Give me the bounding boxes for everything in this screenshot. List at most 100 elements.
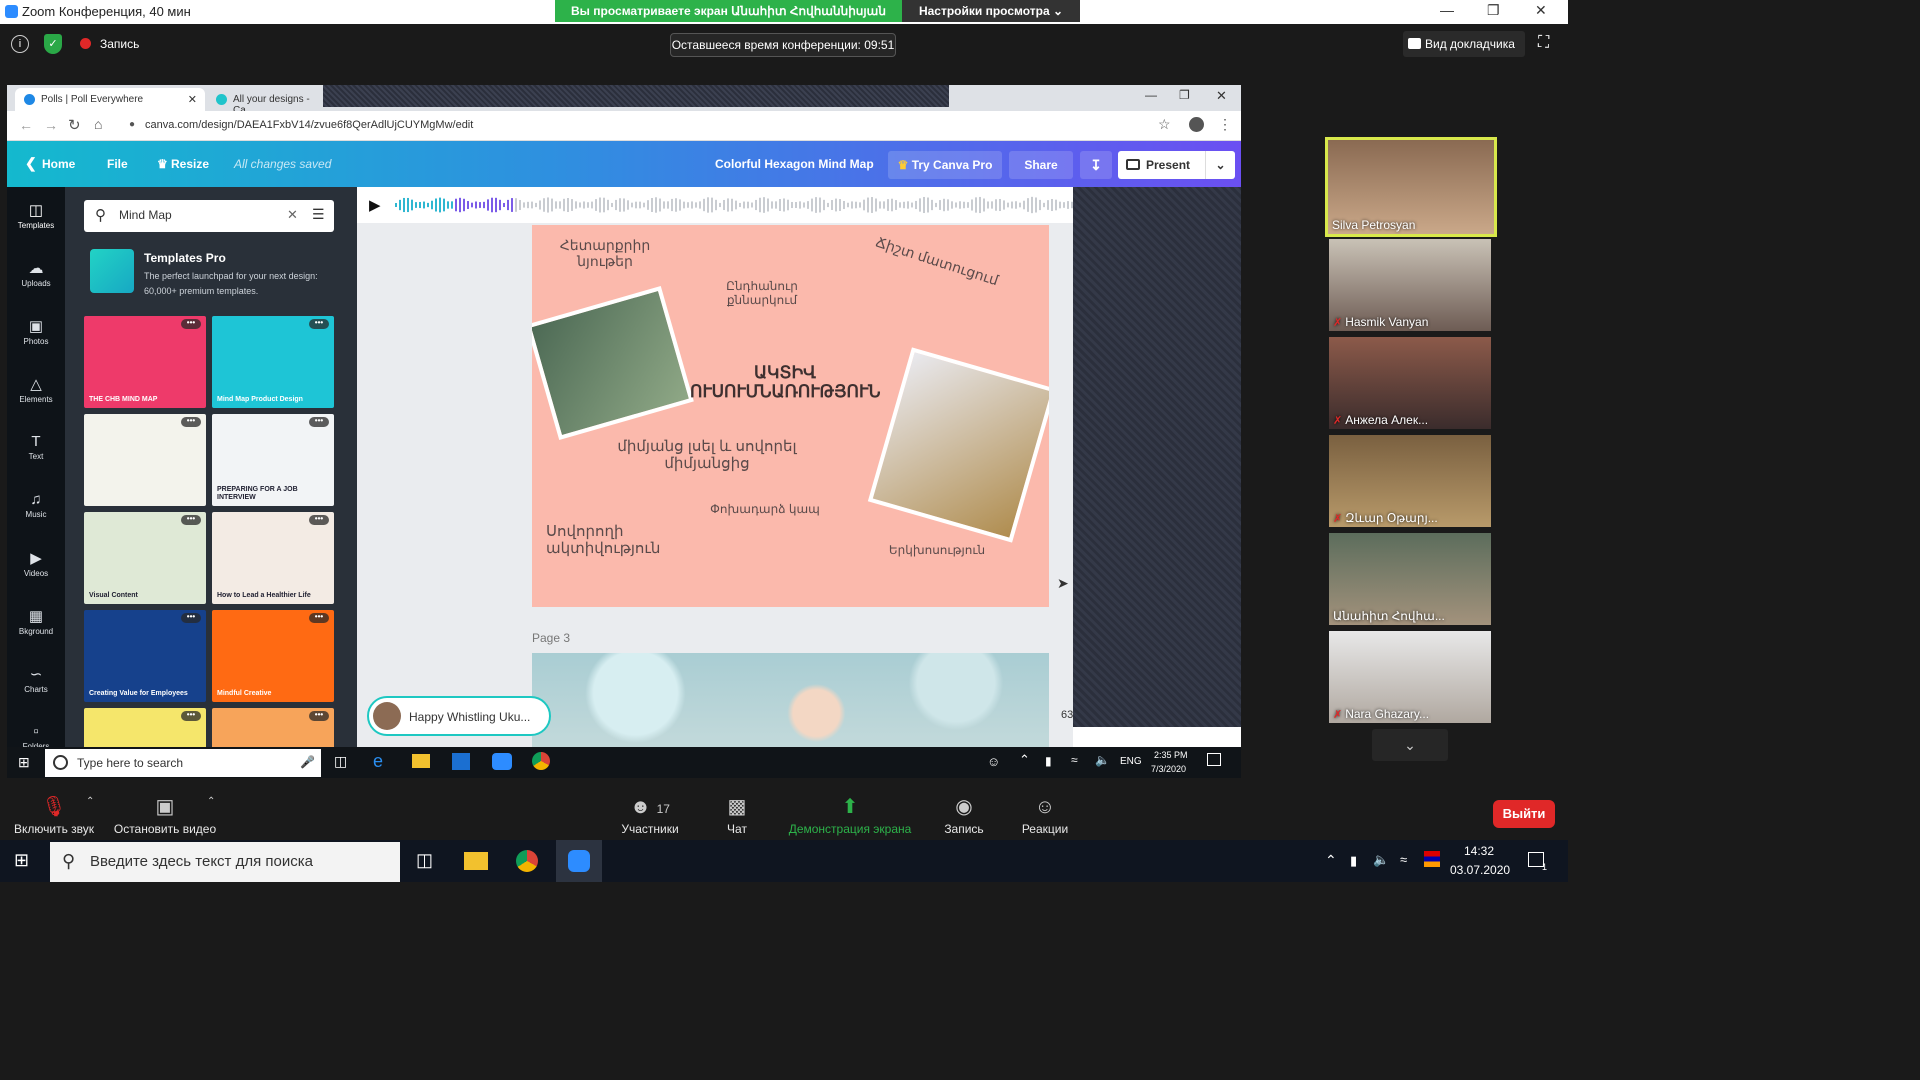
audio-options-caret-icon[interactable]: ⌃	[86, 796, 94, 807]
battery-icon[interactable]: ▮	[1350, 853, 1357, 869]
back-chevron-icon[interactable]: ❮	[25, 155, 37, 172]
back-icon[interactable]: ←	[19, 117, 33, 133]
shield-icon[interactable]: ✓	[44, 34, 62, 54]
chrome-icon[interactable]	[516, 850, 538, 872]
participant-tile[interactable]: Silva Petrosyan	[1325, 137, 1497, 237]
volume-icon[interactable]: 🔈	[1095, 753, 1110, 767]
participant-tile[interactable]: ✗ Анжела Алек...	[1329, 337, 1491, 429]
host-search-box[interactable]: ⚲ Введите здесь текст для поиска	[50, 842, 400, 882]
template-thumbnail[interactable]: Creating Value for Employees •••	[84, 610, 206, 702]
more-options-icon[interactable]: •••	[181, 319, 201, 329]
children-photo[interactable]	[532, 286, 694, 440]
browser-close-icon[interactable]: ✕	[1216, 88, 1227, 104]
music-pill[interactable]: Happy Whistling Uku...	[367, 696, 551, 736]
info-icon[interactable]: i	[11, 35, 29, 53]
sidebar-item-templates[interactable]: ◫ Templates	[7, 201, 65, 230]
reload-icon[interactable]: ↻	[68, 116, 81, 134]
chevron-down-icon[interactable]: ⌄	[1205, 151, 1235, 179]
more-options-icon[interactable]: •••	[309, 319, 329, 329]
restore-icon[interactable]: ❐	[1487, 2, 1500, 19]
sidebar-item-photos[interactable]: ▣ Photos	[7, 317, 65, 346]
host-clock-time[interactable]: 14:32	[1464, 844, 1494, 858]
download-icon[interactable]: ↧	[1080, 151, 1112, 179]
filter-icon[interactable]: ☰	[312, 206, 325, 223]
template-thumbnail[interactable]: Visual Content •••	[84, 512, 206, 604]
volume-icon[interactable]: 🔈	[1373, 852, 1389, 868]
sidebar-item-uploads[interactable]: ☁ Uploads	[7, 259, 65, 288]
windows-start-icon[interactable]: ⊞	[18, 754, 30, 771]
file-menu[interactable]: File	[107, 157, 128, 171]
branch-text[interactable]: Փոխադարձ կապ	[700, 502, 830, 516]
sidebar-item-elements[interactable]: △ Elements	[7, 375, 65, 404]
video-options-caret-icon[interactable]: ⌃	[207, 796, 215, 807]
more-options-icon[interactable]: •••	[181, 515, 201, 525]
zoom-app-icon[interactable]	[492, 753, 512, 770]
template-thumbnail[interactable]: PREPARING FOR A JOB INTERVIEW •••	[212, 414, 334, 506]
file-explorer-icon[interactable]	[412, 754, 430, 768]
browser-restore-icon[interactable]: ❐	[1179, 88, 1190, 102]
sidebar-item-text[interactable]: T Text	[7, 433, 65, 461]
bookmark-star-icon[interactable]: ☆	[1158, 116, 1171, 133]
more-options-icon[interactable]: •••	[309, 417, 329, 427]
participant-tile[interactable]: Անահիտ Հովհա...	[1329, 533, 1491, 625]
url-text[interactable]: canva.com/design/DAEA1FxbV14/zvue6f8QerA…	[145, 119, 473, 131]
inner-clock-time[interactable]: 2:35 PM	[1154, 750, 1188, 760]
profile-icon[interactable]	[1189, 117, 1204, 132]
share-screen-button[interactable]: ⬆ Демонстрация экрана	[782, 780, 918, 840]
more-options-icon[interactable]: •••	[309, 613, 329, 623]
wifi-icon[interactable]: ≈	[1400, 852, 1407, 867]
branch-text[interactable]: միմյանց լսել և սովորել միմյանցից	[617, 438, 797, 472]
try-canva-pro-button[interactable]: ♛ Try Canva Pro	[888, 151, 1002, 179]
tab-poll-everywhere[interactable]: Polls | Poll Everywhere ✕	[15, 88, 205, 111]
more-options-icon[interactable]: •••	[181, 711, 201, 721]
tab-close-icon[interactable]: ✕	[188, 93, 197, 106]
tray-chevron-icon[interactable]: ⌃	[1325, 852, 1337, 869]
chrome-icon[interactable]	[532, 752, 550, 770]
task-view-icon[interactable]: ◫	[416, 850, 433, 871]
battery-icon[interactable]: ▮	[1045, 754, 1052, 768]
participant-tile[interactable]: ✗ Զևար Օթարյ...	[1329, 435, 1491, 527]
outlook-icon[interactable]	[452, 753, 470, 770]
task-view-icon[interactable]: ◫	[334, 753, 347, 770]
branch-text[interactable]: Ճիշտ մատուցում	[873, 233, 1002, 289]
more-options-icon[interactable]: •••	[309, 515, 329, 525]
tray-chevron-icon[interactable]: ⌃	[1019, 752, 1030, 768]
home-link[interactable]: Home	[42, 157, 75, 171]
chat-button[interactable]: ▩ Чат	[712, 780, 762, 840]
people-icon[interactable]: ☺	[987, 754, 1000, 769]
template-thumbnail[interactable]: Mind Map Product Design •••	[212, 316, 334, 408]
mind-map-slide[interactable]: Հետարքրիր նյութեր Ընդհանուր քննարկում Ճի…	[532, 225, 1049, 607]
sidebar-item-charts[interactable]: ∽ Charts	[7, 665, 65, 694]
clear-icon[interactable]: ✕	[287, 207, 298, 223]
branch-text[interactable]: Ընդհանուր քննարկում	[707, 279, 817, 307]
template-thumbnail[interactable]: Mindful Creative •••	[212, 610, 334, 702]
tab-canva-designs[interactable]: All your designs - Ca	[207, 88, 323, 116]
sidebar-item-videos[interactable]: ▶ Videos	[7, 549, 65, 578]
sidebar-item-background[interactable]: ▦ Bkground	[7, 607, 65, 636]
more-options-icon[interactable]: •••	[181, 613, 201, 623]
template-thumbnail[interactable]: •••	[84, 414, 206, 506]
zoom-level[interactable]: 63	[1061, 709, 1073, 721]
branch-text[interactable]: Հետարքրիր նյութեր	[540, 237, 670, 269]
template-thumbnail[interactable]: How to Lead a Healthier Life •••	[212, 512, 334, 604]
present-button[interactable]: Present ⌄	[1118, 151, 1235, 179]
gallery-scroll-down-icon[interactable]: ⌄	[1372, 729, 1448, 761]
recording-label[interactable]: Запись	[100, 37, 139, 51]
close-icon[interactable]: ✕	[1535, 2, 1547, 19]
template-thumbnail[interactable]: THE CHB MIND MAP •••	[84, 316, 206, 408]
browser-minimize-icon[interactable]: —	[1145, 88, 1157, 102]
browser-menu-icon[interactable]: ⋮	[1218, 116, 1232, 133]
home-icon[interactable]: ⌂	[94, 116, 102, 132]
unmute-button[interactable]: 🎙 Включить звук	[8, 780, 100, 840]
play-icon[interactable]: ▶	[369, 196, 381, 214]
language-indicator[interactable]: ENG	[1120, 756, 1142, 767]
more-options-icon[interactable]: •••	[181, 417, 201, 427]
leave-meeting-button[interactable]: Выйти	[1493, 800, 1555, 828]
fullscreen-icon[interactable]: ⛶	[1538, 34, 1549, 52]
windows-start-icon[interactable]: ⊞	[14, 850, 29, 871]
file-explorer-icon[interactable]	[464, 852, 488, 870]
language-flag-icon[interactable]	[1424, 851, 1440, 867]
participant-tile[interactable]: ✗ Nara Ghazary...	[1329, 631, 1491, 723]
view-options-button[interactable]: Настройки просмотра ⌄	[902, 0, 1080, 22]
zoom-taskbar-button[interactable]	[556, 840, 602, 882]
